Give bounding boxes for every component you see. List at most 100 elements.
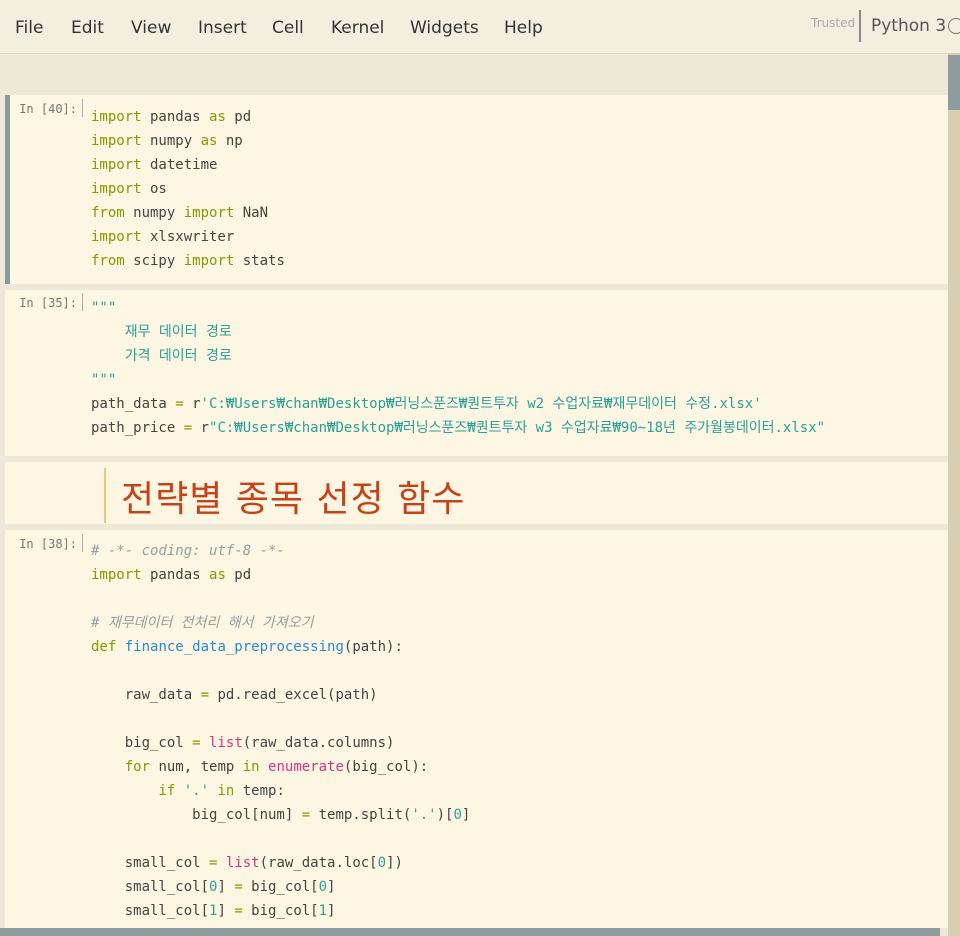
code-token: = <box>234 903 243 919</box>
code-token: small_col <box>91 855 210 871</box>
code-line: import pandas as pd <box>91 105 285 129</box>
code-line: import xlsxwriter <box>91 225 285 249</box>
code-token: temp.split( <box>310 807 412 823</box>
code-token: '.' <box>411 807 437 823</box>
menu-file[interactable]: File <box>15 18 43 38</box>
code-token: 0 <box>318 879 328 895</box>
code-token: path_price <box>91 420 184 436</box>
code-line: raw_data = pd.read_excel(path) <box>91 683 470 707</box>
code-line: big_col = list(raw_data.columns) <box>91 731 470 755</box>
code-line: path_price = r"C:₩Users₩chan₩Desktop₩러닝스… <box>91 416 825 440</box>
code-cell-preprocessing[interactable]: In [38]: # -*- coding: utf-8 -*- import p… <box>5 530 948 928</box>
code-editor[interactable]: """ 재무 데이터 경로 가격 데이터 경로 """ path_data = r'… <box>91 296 825 440</box>
code-token: numpy <box>124 205 184 221</box>
code-line: import datetime <box>91 153 285 177</box>
code-token: scipy <box>124 253 184 269</box>
code-line: from scipy import stats <box>91 249 285 273</box>
code-token: in <box>242 759 260 775</box>
code-token: big_col[ <box>242 903 319 919</box>
trusted-indicator[interactable]: Trusted <box>811 16 855 30</box>
scrollbar-thumb[interactable] <box>948 55 960 110</box>
code-token: (big_col): <box>343 759 429 775</box>
code-token: temp: <box>234 783 285 799</box>
vertical-scrollbar[interactable] <box>948 53 960 936</box>
code-token: import <box>91 133 142 149</box>
code-cell-imports[interactable]: In [40]: import pandas as pd import numpy… <box>5 95 948 284</box>
code-line: """ <box>91 296 825 320</box>
code-token: small_col[ <box>91 903 210 919</box>
horizontal-scrollbar[interactable] <box>0 928 940 936</box>
code-cell-paths[interactable]: In [35]: """ 재무 데이터 경로 가격 데이터 경로 """ path_… <box>5 290 948 456</box>
code-line: big_col[num] = temp.split('.')[0] <box>91 803 470 827</box>
code-token: big_col[ <box>242 879 319 895</box>
code-token: ] <box>217 903 235 919</box>
code-line: def finance_data_preprocessing(path): <box>91 635 470 659</box>
menu-cell[interactable]: Cell <box>272 18 304 38</box>
code-token: import <box>91 229 142 245</box>
code-token: xlsxwriter <box>141 229 235 245</box>
kernel-status-icon <box>948 18 960 34</box>
menu-insert[interactable]: Insert <box>198 18 247 38</box>
code-token: )[ <box>436 807 454 823</box>
code-token: big_col <box>91 735 193 751</box>
heading-accent-bar <box>104 468 106 523</box>
code-token: as <box>209 567 226 583</box>
code-token: path_data <box>91 396 176 412</box>
code-line: path_data = r'C:₩Users₩chan₩Desktop₩러닝스푼… <box>91 392 825 416</box>
code-line: if '.' in temp: <box>91 779 470 803</box>
code-token: enumerate <box>268 759 344 775</box>
menu-view[interactable]: View <box>131 18 171 38</box>
menu-kernel[interactable]: Kernel <box>331 18 384 38</box>
code-token: pandas <box>141 109 210 125</box>
code-token: = <box>192 735 201 751</box>
code-token: pandas <box>141 567 210 583</box>
menu-bar: File Edit View Insert Cell Kernel Widget… <box>0 0 960 54</box>
code-token: ] <box>327 879 336 895</box>
code-token: 가격 데이터 경로 <box>91 348 232 364</box>
code-editor[interactable]: # -*- coding: utf-8 -*- import pandas as … <box>91 539 470 923</box>
code-token: import <box>91 181 142 197</box>
code-token: 재무 데이터 경로 <box>91 324 232 340</box>
code-token: """ <box>91 300 117 316</box>
code-token: list <box>225 855 260 871</box>
code-token: import <box>91 109 142 125</box>
code-token: import <box>91 157 142 173</box>
code-token: (raw_data.columns) <box>242 735 395 751</box>
code-line: 가격 데이터 경로 <box>91 344 825 368</box>
code-token: (raw_data.loc[ <box>259 855 378 871</box>
code-token: # -*- coding: utf-8 -*- <box>91 543 285 559</box>
code-token: 0 <box>453 807 462 823</box>
code-token: pd <box>225 567 252 583</box>
code-token: def <box>91 639 117 655</box>
code-token: stats <box>234 253 285 269</box>
code-token: pd.read_excel(path) <box>209 687 378 703</box>
code-line: from numpy import NaN <box>91 201 285 225</box>
code-line: small_col[0] = big_col[0] <box>91 875 470 899</box>
code-token: pd <box>225 109 252 125</box>
kernel-divider <box>859 10 861 42</box>
code-editor[interactable]: import pandas as pd import numpy as np imp… <box>91 105 285 273</box>
menu-widgets[interactable]: Widgets <box>410 18 479 38</box>
code-token: import <box>183 205 235 221</box>
code-token: # 재무데이터 전처리 해서 가져오기 <box>91 615 314 631</box>
code-token: = <box>200 687 210 703</box>
kernel-name[interactable]: Python 3 <box>871 16 946 36</box>
code-token: ] <box>461 807 471 823</box>
code-token: if <box>158 783 176 799</box>
markdown-cell[interactable]: 전략별 종목 선정 함수 <box>5 462 948 524</box>
code-token: """ <box>91 372 117 388</box>
code-line: # 재무데이터 전처리 해서 가져오기 <box>91 611 470 635</box>
prompt-divider <box>82 99 83 117</box>
prompt-divider <box>82 534 83 552</box>
menu-edit[interactable]: Edit <box>71 18 104 38</box>
code-token: import <box>183 253 235 269</box>
code-token: = <box>234 879 243 895</box>
cell-prompt: In [38]: <box>19 537 77 551</box>
code-token: import <box>91 567 142 583</box>
menu-help[interactable]: Help <box>504 18 543 38</box>
